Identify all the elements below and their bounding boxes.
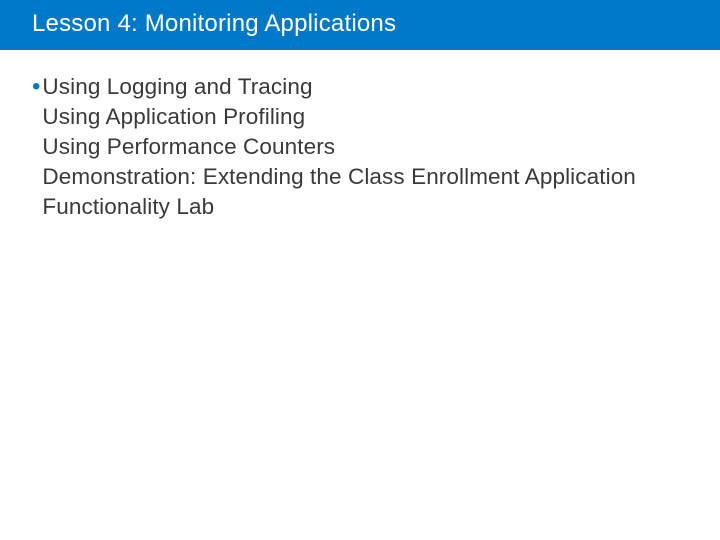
bullet-lines: Using Logging and Tracing Using Applicat… <box>42 72 680 222</box>
bullet-line: Demonstration: Extending the Class Enrol… <box>42 162 680 222</box>
slide-title-bar: Lesson 4: Monitoring Applications <box>0 0 720 50</box>
bullet-icon: • <box>32 72 40 102</box>
slide-title: Lesson 4: Monitoring Applications <box>32 10 396 37</box>
bullet-line: Using Performance Counters <box>42 132 680 162</box>
bulleted-block: • Using Logging and Tracing Using Applic… <box>32 72 680 222</box>
bullet-line: Using Application Profiling <box>42 102 680 132</box>
slide-body: • Using Logging and Tracing Using Applic… <box>0 50 720 222</box>
bullet-line: Using Logging and Tracing <box>42 72 680 102</box>
